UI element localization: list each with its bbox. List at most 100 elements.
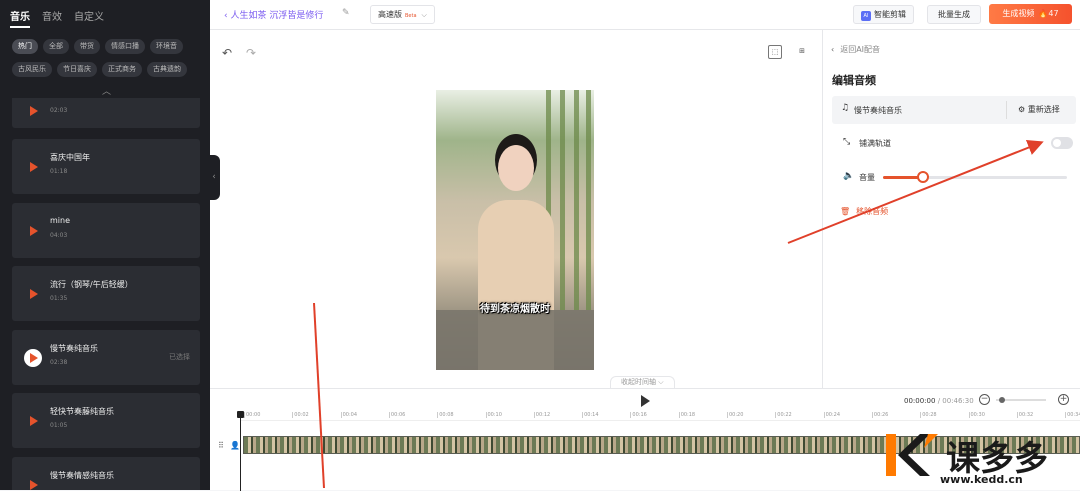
ruler-tick-label: 00:12: [533, 412, 551, 418]
playhead[interactable]: [237, 411, 244, 491]
category-chip-hot[interactable]: 热门: [12, 39, 38, 54]
back-to-ai-voice-button[interactable]: ‹ 返回AI配音: [831, 44, 880, 55]
fill-track-toggle[interactable]: [1051, 137, 1073, 149]
category-chip-folk[interactable]: 古风民乐: [12, 62, 52, 77]
tab-sound-effects[interactable]: 音效: [42, 8, 62, 28]
play-icon[interactable]: [24, 222, 42, 240]
fill-track-row: ⤡ 铺满轨道: [843, 136, 1073, 152]
category-row-1: 热门 全部 带货 情感口播 环境音: [12, 39, 183, 54]
music-note-icon: ♫: [841, 103, 850, 113]
preview-canvas: ↶ ↷ ⬚ ⊞ 待到茶凉烟散时 收起时间轴 ⌵: [210, 30, 822, 388]
selected-audio-row: ♫ 慢节奏纯音乐 ⚙ 重新选择: [832, 96, 1076, 124]
track-duration: 01:18: [50, 168, 68, 175]
track-duration: 02:03: [50, 107, 68, 114]
video-preview[interactable]: 待到茶凉烟散时: [436, 90, 594, 370]
drag-handle-icon[interactable]: ⠿: [218, 441, 224, 450]
edit-pencil-icon[interactable]: ✎: [342, 8, 350, 18]
category-chip-sales[interactable]: 带货: [74, 39, 100, 54]
remove-audio-button[interactable]: 🗑 移除音频: [840, 206, 888, 217]
zoom-slider[interactable]: [996, 397, 1046, 403]
remove-label: 移除音频: [856, 207, 889, 216]
collapse-panel-handle[interactable]: ‹: [208, 155, 220, 200]
selected-badge: 已选择: [169, 353, 190, 361]
track-title: 慢节奏纯音乐: [50, 344, 98, 353]
track-duration: 01:35: [50, 295, 68, 302]
chevron-down-icon: ⌵: [421, 11, 427, 19]
reselect-button[interactable]: ⚙ 重新选择: [1018, 104, 1060, 115]
reselect-label: 重新选择: [1027, 105, 1060, 114]
time-ruler[interactable]: 00:00 00:02 00:04 00:06 00:08 00:10 00:12 00:14…: [240, 411, 1080, 421]
ruler-tick-label: 00:34: [1065, 412, 1080, 418]
category-chip-ambient[interactable]: 环境音: [150, 39, 183, 54]
video-subtitle[interactable]: 待到茶凉烟散时: [436, 300, 594, 315]
play-icon[interactable]: [24, 476, 42, 491]
category-row-2: 古风民乐 节日喜庆 正式商务 古典遗韵: [12, 62, 187, 77]
category-chip-festival[interactable]: 节日喜庆: [57, 62, 97, 77]
credits-count: 🔥47: [1038, 9, 1059, 18]
track-title: mine: [50, 216, 71, 225]
list-item-selected[interactable]: 慢节奏纯音乐 02:38 已选择: [12, 330, 200, 385]
ruler-tick-label: 00:20: [726, 412, 744, 418]
ruler-tick-label: 00:08: [437, 412, 454, 418]
category-chip-business[interactable]: 正式商务: [102, 62, 142, 77]
track-duration: 04:03: [50, 232, 68, 239]
zoom-slider-knob[interactable]: [998, 397, 1005, 403]
play-icon[interactable]: [24, 348, 42, 367]
total-time: / 00:46:30: [937, 397, 974, 405]
collapse-timeline-label: 收起时间轴: [621, 378, 656, 386]
play-icon[interactable]: [24, 102, 42, 120]
expand-icon: ⤡: [843, 137, 851, 147]
generate-video-button[interactable]: 生成视频 🔥47: [989, 4, 1072, 24]
speaker-icon: 🔈: [843, 171, 855, 181]
batch-generate-button[interactable]: 批量生成: [927, 5, 981, 24]
chevron-left-icon: ‹: [831, 45, 835, 54]
back-label: 返回AI配音: [840, 45, 881, 54]
track-title: 流行（钢琴/午后轻缓）: [50, 280, 133, 289]
smart-cut-button[interactable]: AI 智能剪辑: [853, 5, 914, 24]
ai-icon: AI: [861, 11, 871, 21]
list-item[interactable]: 慢节奏情感纯音乐: [12, 457, 200, 490]
timeline-play-button[interactable]: [641, 395, 650, 407]
play-icon[interactable]: [24, 158, 42, 176]
volume-slider[interactable]: [883, 171, 1067, 183]
generate-label: 生成视频: [1002, 9, 1035, 18]
version-select[interactable]: 高速版 Beta ⌵: [370, 5, 435, 24]
ruler-tick-label: 00:22: [775, 412, 792, 418]
bamboo-stalk: [560, 90, 565, 310]
watermark-url: www.kedd.cn: [940, 473, 1023, 486]
category-chip-all[interactable]: 全部: [43, 39, 69, 54]
project-title[interactable]: ‹ 人生如茶 沉浮皆是修行: [224, 8, 323, 21]
collapse-categories-icon[interactable]: ︿: [102, 84, 111, 97]
bamboo-stalk: [574, 90, 579, 310]
collapse-timeline-button[interactable]: 收起时间轴 ⌵: [610, 376, 675, 388]
zoom-out-icon[interactable]: −: [979, 394, 990, 405]
category-chip-emotional[interactable]: 情感口播: [105, 39, 145, 54]
beta-badge: Beta: [405, 13, 417, 19]
list-item[interactable]: 流行（钢琴/午后轻缓） 01:35: [12, 266, 200, 321]
ruler-tick-label: 00:06: [388, 412, 406, 418]
ruler-tick-label: 00:24: [823, 412, 841, 418]
list-item[interactable]: 喜庆中国年 01:18: [12, 139, 200, 194]
ruler-tick-label: 00:28: [920, 412, 937, 418]
play-icon[interactable]: [24, 285, 42, 303]
list-item[interactable]: mine 04:03: [12, 203, 200, 258]
undo-icon[interactable]: ↶: [222, 46, 232, 60]
play-icon[interactable]: [24, 412, 42, 430]
layout-icon[interactable]: ⊞: [795, 45, 809, 59]
category-chip-classical[interactable]: 古典遗韵: [147, 62, 187, 77]
volume-slider-knob[interactable]: [917, 171, 930, 183]
safe-area-icon[interactable]: ⬚: [768, 45, 782, 59]
tab-custom[interactable]: 自定义: [74, 8, 104, 28]
woman-figure-head: [498, 145, 534, 191]
trash-icon: 🗑: [840, 207, 851, 216]
volume-label: 音量: [859, 173, 875, 182]
audio-name: 慢节奏纯音乐: [854, 106, 902, 115]
track-duration: 01:05: [50, 422, 68, 429]
tab-music[interactable]: 音乐: [10, 8, 30, 28]
zoom-in-icon[interactable]: +: [1058, 394, 1069, 405]
track-title: 慢节奏情感纯音乐: [50, 471, 114, 480]
list-item[interactable]: 轻快节奏藤纯音乐 01:05: [12, 393, 200, 448]
track-title: 轻快节奏藤纯音乐: [50, 407, 114, 416]
redo-icon[interactable]: ↷: [246, 46, 256, 60]
ruler-tick-label: 00:26: [871, 412, 889, 418]
